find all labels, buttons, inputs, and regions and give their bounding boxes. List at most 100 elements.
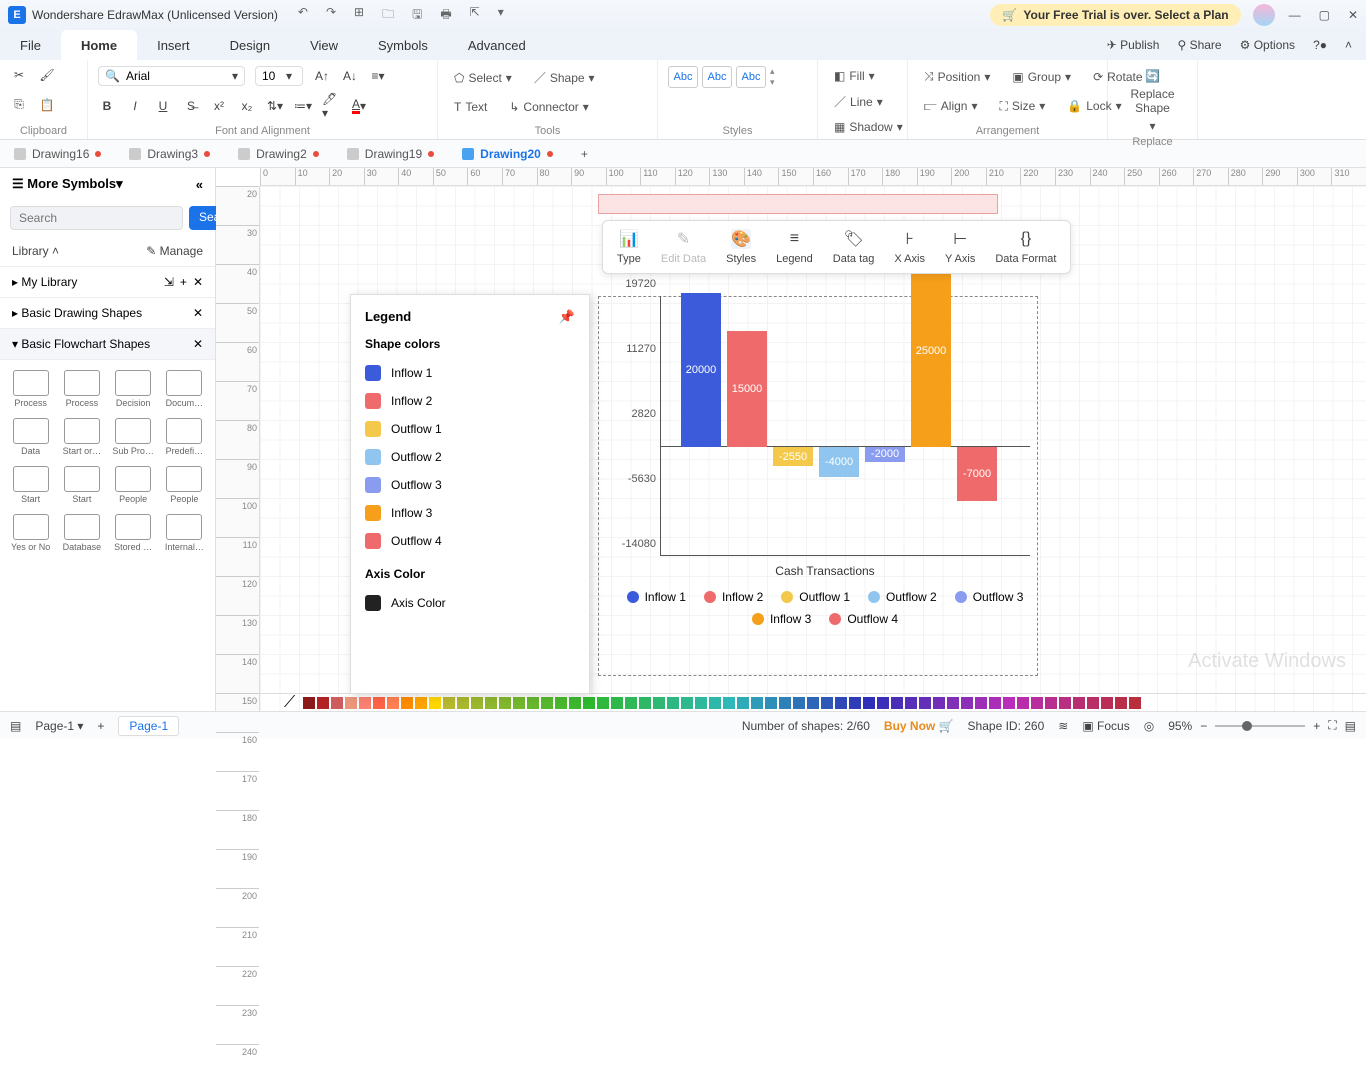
style-scroll-down[interactable]: ▾: [770, 77, 775, 88]
page-list-icon[interactable]: ▤: [10, 719, 21, 733]
color-swatch[interactable]: [989, 697, 1001, 709]
doc-tab[interactable]: Drawing19: [333, 140, 448, 167]
lib-import-icon[interactable]: ⇲: [164, 275, 174, 289]
open-icon[interactable]: 🗀: [382, 5, 394, 26]
color-swatch[interactable]: [1087, 697, 1099, 709]
symbol-search-input[interactable]: [10, 206, 183, 230]
cat-close-icon[interactable]: ✕: [193, 306, 203, 320]
color-swatch[interactable]: [709, 697, 721, 709]
color-swatch[interactable]: [821, 697, 833, 709]
font-name-select[interactable]: 🔍▾: [98, 66, 245, 86]
color-swatch[interactable]: [387, 697, 399, 709]
color-swatch[interactable]: [1017, 697, 1029, 709]
replace-shape-button[interactable]: 🔄Replace Shape▾: [1118, 66, 1187, 136]
chart-tool-data-tag[interactable]: 🏷Data tag: [823, 229, 885, 265]
color-swatch[interactable]: [485, 697, 497, 709]
style-preset-1[interactable]: Abc: [668, 66, 698, 88]
color-swatch[interactable]: [471, 697, 483, 709]
help-icon[interactable]: ?●: [1313, 38, 1327, 52]
legend-color-item[interactable]: Outflow 1: [365, 415, 575, 443]
cat-basic-drawing[interactable]: ▸ Basic Drawing Shapes: [12, 306, 142, 320]
shape-stencil[interactable]: People: [160, 462, 209, 508]
style-scroll-up[interactable]: ▴: [770, 66, 775, 77]
chart-tool-legend[interactable]: ≡Legend: [766, 229, 823, 265]
color-swatch[interactable]: [345, 697, 357, 709]
text-tool[interactable]: TText: [448, 97, 493, 117]
format-painter-icon[interactable]: 🖌: [38, 66, 56, 84]
shape-stencil[interactable]: Yes or No: [6, 510, 55, 556]
color-swatch[interactable]: [373, 697, 385, 709]
shape-stencil[interactable]: Process: [57, 366, 106, 412]
color-swatch[interactable]: [513, 697, 525, 709]
zoom-slider[interactable]: [1215, 725, 1305, 727]
doc-tab[interactable]: Drawing20: [448, 140, 567, 167]
align-button[interactable]: ⫍ Align▾: [918, 96, 984, 117]
color-swatch[interactable]: [1115, 697, 1127, 709]
library-toggle[interactable]: Library ˄: [12, 244, 59, 258]
dropdown-icon[interactable]: ▾: [498, 5, 504, 26]
legend-color-item[interactable]: Outflow 4: [365, 527, 575, 555]
color-swatch[interactable]: [303, 697, 315, 709]
color-swatch[interactable]: [961, 697, 973, 709]
color-swatch[interactable]: [1045, 697, 1057, 709]
color-swatch[interactable]: [359, 697, 371, 709]
strike-icon[interactable]: S̶: [182, 97, 200, 115]
color-swatch[interactable]: [415, 697, 427, 709]
shape-stencil[interactable]: Database: [57, 510, 106, 556]
color-swatch[interactable]: [681, 697, 693, 709]
fill-button[interactable]: ◧ Fill▾: [828, 66, 897, 86]
legend-color-item[interactable]: Inflow 3: [365, 499, 575, 527]
shape-stencil[interactable]: Internal…: [160, 510, 209, 556]
menu-advanced[interactable]: Advanced: [448, 30, 546, 60]
layers-icon[interactable]: ≋: [1058, 719, 1068, 733]
collapse-sidebar-icon[interactable]: «: [196, 177, 203, 192]
page-tab[interactable]: Page-1: [118, 716, 179, 736]
copy-icon[interactable]: ⎘: [10, 96, 28, 114]
manage-library-button[interactable]: ✎ Manage: [146, 244, 203, 258]
underline-icon[interactable]: U: [154, 97, 172, 115]
paste-icon[interactable]: 📋: [38, 96, 56, 114]
cat-close-icon[interactable]: ✕: [193, 337, 203, 351]
legend-color-item[interactable]: Outflow 3: [365, 471, 575, 499]
color-swatch[interactable]: [653, 697, 665, 709]
color-swatch[interactable]: [443, 697, 455, 709]
italic-icon[interactable]: I: [126, 97, 144, 115]
menu-design[interactable]: Design: [210, 30, 290, 60]
shape-stencil[interactable]: Decision: [109, 366, 158, 412]
color-swatch[interactable]: [723, 697, 735, 709]
shape-stencil[interactable]: Docum…: [160, 366, 209, 412]
trial-banner[interactable]: 🛒 Your Free Trial is over. Select a Plan: [990, 4, 1240, 26]
color-swatch[interactable]: [933, 697, 945, 709]
cat-flowchart[interactable]: ▾ Basic Flowchart Shapes: [12, 337, 150, 351]
redo-icon[interactable]: ↷: [326, 5, 336, 26]
menu-file[interactable]: File: [0, 30, 61, 60]
color-swatch[interactable]: [667, 697, 679, 709]
color-swatch[interactable]: [1031, 697, 1043, 709]
shape-tool[interactable]: ／Shape▾: [528, 66, 601, 89]
focus-button[interactable]: ▣ Focus: [1082, 719, 1129, 733]
close-icon[interactable]: ✕: [1348, 8, 1358, 22]
color-swatch[interactable]: [835, 697, 847, 709]
eyedropper-icon[interactable]: ⟋: [284, 694, 295, 712]
shape-stencil[interactable]: People: [109, 462, 158, 508]
subscript-icon[interactable]: x₂: [238, 97, 256, 115]
color-swatch[interactable]: [737, 697, 749, 709]
pin-icon[interactable]: 📌: [559, 309, 575, 325]
color-swatch[interactable]: [541, 697, 553, 709]
color-swatch[interactable]: [611, 697, 623, 709]
doc-tab[interactable]: Drawing3: [115, 140, 224, 167]
color-swatch[interactable]: [863, 697, 875, 709]
color-swatch[interactable]: [947, 697, 959, 709]
align-icon[interactable]: ≡▾: [369, 67, 387, 85]
shape-stencil[interactable]: Sub Pro…: [109, 414, 158, 460]
increase-font-icon[interactable]: A↑: [313, 67, 331, 85]
color-swatch[interactable]: [401, 697, 413, 709]
legend-color-item[interactable]: Outflow 2: [365, 443, 575, 471]
color-swatch[interactable]: [975, 697, 987, 709]
new-icon[interactable]: ⊞: [354, 5, 364, 26]
chart-tool-x-axis[interactable]: ⊦X Axis: [884, 229, 935, 265]
style-preset-2[interactable]: Abc: [702, 66, 732, 88]
more-symbols-button[interactable]: ☰ More Symbols▾: [12, 176, 123, 192]
color-swatch[interactable]: [695, 697, 707, 709]
maximize-icon[interactable]: ▢: [1319, 8, 1330, 22]
